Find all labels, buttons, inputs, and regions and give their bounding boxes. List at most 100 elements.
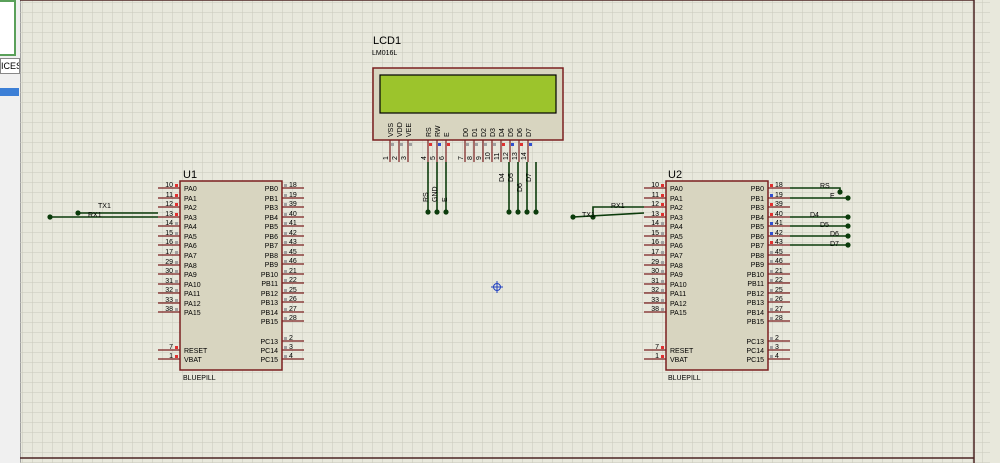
u2-pin-marker (661, 280, 664, 283)
u2-pin-number: 11 (652, 192, 659, 199)
u1-pin-name: PA9 (184, 272, 197, 279)
lcd-pin-marker (409, 143, 412, 146)
u2-pin-number: 1 (655, 353, 659, 360)
u2-pin-number: 39 (775, 201, 783, 208)
u2-pin-name: PB15 (747, 319, 764, 326)
net-label-e-lcd: E (442, 197, 449, 202)
u1-pin-number: 38 (165, 306, 173, 313)
u2-pin-name: PB7 (751, 243, 764, 250)
u1-pin-number: 42 (289, 230, 297, 237)
lcd-pin-label: D2 (481, 128, 488, 137)
u2-pin-marker (770, 194, 773, 197)
u2-pin-marker (770, 251, 773, 254)
u2-pin-number: 18 (775, 182, 783, 189)
lcd-pin-number: 14 (521, 152, 528, 160)
lcd-pin-number: 4 (421, 156, 428, 160)
u2-pin-name: PB6 (751, 234, 764, 241)
u2-pin-marker (661, 346, 664, 349)
u1-pin-name: PA7 (184, 253, 197, 260)
u1-pin-name: PA0 (184, 186, 197, 193)
lcd-pin-marker (400, 143, 403, 146)
u2-pin-marker (661, 289, 664, 292)
u1-pin-number: 43 (289, 239, 297, 246)
u2-pin-marker (770, 260, 773, 263)
u2-pin-marker (770, 184, 773, 187)
lcd-pin-label: D6 (517, 128, 524, 137)
u2-pin-number: 10 (651, 182, 659, 189)
u2-pin-number: 32 (651, 287, 659, 294)
u1-pin-number: 45 (289, 249, 297, 256)
u2-pin-name: PA2 (670, 205, 683, 212)
net-label-e-u2: E (830, 193, 835, 200)
u2-pin-number: 16 (651, 239, 659, 246)
u1-pin-marker (284, 194, 287, 197)
u2-pin-number: 29 (651, 259, 659, 266)
u1-pin-number: 12 (165, 201, 173, 208)
u2-pin-name: PA10 (670, 282, 687, 289)
u1-pin-marker (175, 251, 178, 254)
u1-pin-name: PC13 (260, 339, 278, 346)
u1-pin-number: 22 (289, 277, 297, 284)
u1-pin-marker (175, 280, 178, 283)
lcd-pin-label: RS (426, 127, 433, 137)
u1-pin-number: 1 (169, 353, 173, 360)
u2-pin-number: 7 (655, 344, 659, 351)
u2-pin-marker (770, 317, 773, 320)
net-label-rs-lcd: RS (423, 192, 430, 202)
u2-pin-name: PA9 (670, 272, 683, 279)
u1-pin-name: PB1 (265, 196, 278, 203)
lcd-pin-label: VSS (388, 123, 395, 137)
u1-pin-marker (175, 184, 178, 187)
lcd-pin-label: D5 (508, 128, 515, 137)
u1-pin-name: PB8 (265, 253, 278, 260)
u1-pin-name: PA3 (184, 215, 197, 222)
schematic-canvas[interactable]: 10PA011PA112PA213PA314PA415PA516PA617PA7… (0, 0, 1000, 463)
u2-pin-number: 17 (651, 249, 659, 256)
u1-chip: 10PA011PA112PA213PA314PA415PA516PA617PA7… (158, 180, 304, 371)
u1-pin-number: 18 (289, 182, 297, 189)
u2-pin-number: 19 (775, 192, 783, 199)
lcd-part: LM016L (372, 50, 397, 57)
lcd-pin-number: 8 (467, 156, 474, 160)
u2-pin-name: PB9 (751, 262, 764, 269)
net-label-d4-lcd: D4 (499, 173, 506, 182)
u1-pin-marker (284, 355, 287, 358)
u1-ref: U1 (183, 169, 197, 181)
u2-pin-number: 13 (651, 211, 659, 218)
u1-pin-marker (175, 241, 178, 244)
lcd-screen (379, 74, 557, 114)
u1-pin-name: PA2 (184, 205, 197, 212)
u1-pin-name: PA5 (184, 234, 197, 241)
u1-pin-marker (284, 260, 287, 263)
u1-pin-number: 13 (165, 211, 173, 218)
junction-dot (47, 214, 53, 220)
u2-pin-name: PC15 (746, 357, 764, 364)
u2-pin-number: 25 (775, 287, 783, 294)
lcd-pin-marker (466, 143, 469, 146)
u1-pin-number: 3 (289, 344, 293, 351)
u1-pin-number: 15 (165, 230, 173, 237)
u1-pin-marker (284, 251, 287, 254)
u2-pin-number: 45 (775, 249, 783, 256)
u2-pin-name: PC13 (746, 339, 764, 346)
u1-pin-name: PA12 (184, 301, 201, 308)
u1-pin-number: 4 (289, 353, 293, 360)
lcd-pin-label: VDD (397, 122, 404, 137)
u2-pin-number: 31 (651, 278, 659, 285)
u2-pin-marker (770, 337, 773, 340)
u1-pin-marker (175, 213, 178, 216)
u2-pin-marker (770, 222, 773, 225)
u1-pin-number: 11 (166, 192, 173, 199)
u2-pin-marker (661, 213, 664, 216)
u1-pin-name: PB12 (261, 291, 278, 298)
u2-pin-marker (661, 232, 664, 235)
u1-pin-marker (284, 279, 287, 282)
u1-pin-name: PB0 (265, 186, 278, 193)
lcd-pin-marker (391, 143, 394, 146)
u2-pin-name: PA5 (670, 234, 683, 241)
u1-pin-number: 27 (289, 306, 297, 313)
junction-dot (533, 209, 539, 215)
net-label-rx1-u1: RX1 (88, 212, 102, 219)
u2-pin-name: PA8 (670, 263, 683, 270)
u1-pin-number: 28 (289, 315, 297, 322)
